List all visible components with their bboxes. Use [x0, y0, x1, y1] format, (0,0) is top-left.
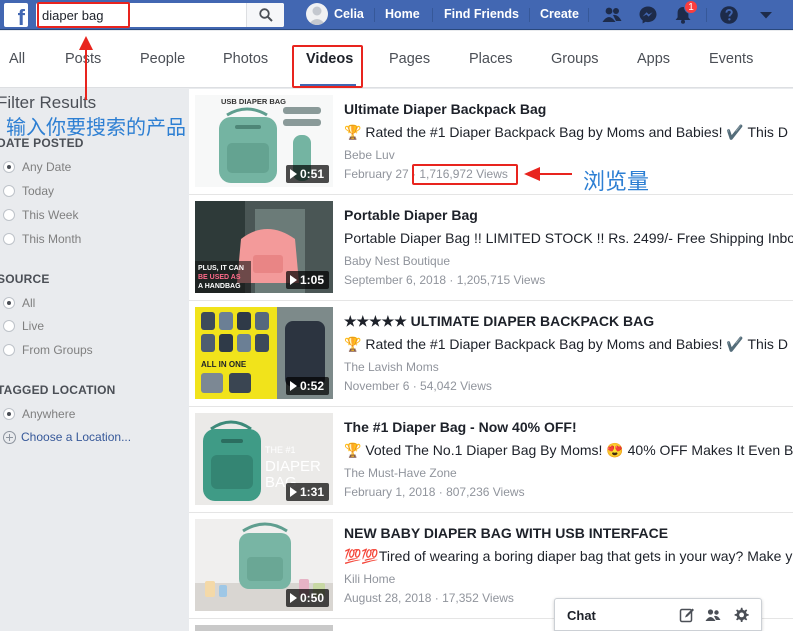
views-hint-annotation: 浏览量 — [583, 170, 650, 195]
search-hint-annotation: 输入你要搜索的产品 — [6, 115, 186, 139]
arrow-head-icon — [524, 167, 540, 181]
annotation-arrows — [79, 36, 572, 181]
arrow-head-icon — [79, 36, 93, 50]
